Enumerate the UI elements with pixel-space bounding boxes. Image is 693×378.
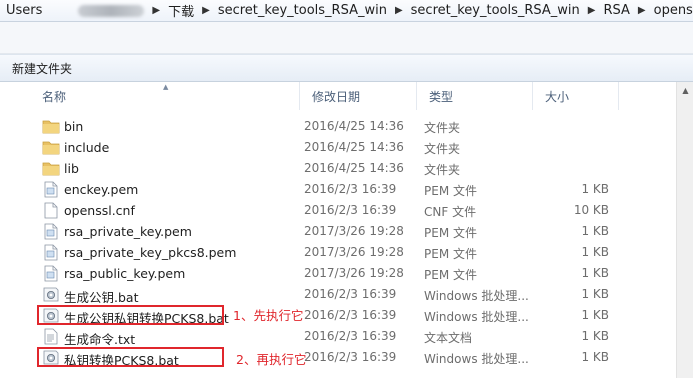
file-type: PEM 文件 (424, 184, 477, 198)
file-date: 2017/3/26 19:28 (304, 245, 404, 259)
folder-icon (42, 160, 60, 177)
file-row[interactable]: rsa_public_key.pem 2017/3/26 19:28 PEM 文件 1… (30, 263, 693, 284)
highlight-box-second (37, 347, 224, 367)
address-bar[interactable]: Users ▶ 下载 ▶ secret_key_tools_RSA_win ▶ … (0, 0, 693, 22)
navigation-pane (0, 82, 30, 378)
file-name: 生成公钥.bat (64, 290, 139, 305)
file-row[interactable]: rsa_private_key.pem 2017/3/26 19:28 PEM 文件… (30, 221, 693, 242)
annotation-second: 2、再执行它 (236, 352, 307, 367)
file-date: 2016/4/25 14:36 (304, 140, 404, 154)
new-folder-button[interactable]: 新建文件夹 (12, 60, 72, 77)
breadcrumb-secret-key-tools-1[interactable]: secret_key_tools_RSA_win ▶ (218, 3, 411, 18)
chevron-right-icon[interactable]: ▶ (638, 5, 646, 16)
file-row[interactable]: 生成公钥.bat 2016/2/3 16:39 Windows 批处理... 1 KB (30, 284, 693, 305)
file-date: 2016/4/25 14:36 (304, 119, 404, 133)
file-type: 文件夹 (424, 121, 461, 135)
column-date[interactable]: 修改日期 (300, 82, 417, 110)
file-date: 2016/4/25 14:36 (304, 161, 404, 175)
toolbar: 新建文件夹 (0, 54, 693, 82)
file-size: 1 KB (581, 224, 609, 238)
file-icon (42, 223, 60, 240)
scroll-up-icon[interactable]: ▲ (677, 82, 693, 99)
file-name: bin (64, 119, 84, 134)
file-name: include (64, 140, 110, 155)
file-size: 1 KB (581, 287, 609, 301)
chevron-right-icon[interactable]: ▶ (588, 5, 596, 16)
file-name: enckey.pem (64, 182, 139, 197)
breadcrumb-downloads[interactable]: 下载 ▶ (168, 1, 218, 20)
file-size: 1 KB (581, 329, 609, 343)
file-icon (42, 181, 60, 198)
file-icon (42, 265, 60, 282)
column-type[interactable]: 类型 (417, 82, 533, 110)
file-type: PEM 文件 (424, 247, 477, 261)
file-size: 10 KB (573, 203, 609, 217)
file-type: 文件夹 (424, 142, 461, 156)
file-row[interactable]: include 2016/4/25 14:36 文件夹 (30, 137, 693, 158)
file-date: 2017/3/26 19:28 (304, 266, 404, 280)
vertical-scrollbar[interactable]: ▲ (676, 82, 693, 378)
file-date: 2016/2/3 16:39 (304, 287, 397, 301)
file-size: 1 KB (581, 266, 609, 280)
file-type: 文件夹 (424, 163, 461, 177)
text-file-icon (42, 328, 60, 345)
bat-gear-icon (42, 286, 60, 303)
file-row[interactable]: openssl.cnf 2016/2/3 16:39 CNF 文件 10 KB (30, 200, 693, 221)
file-icon (42, 244, 60, 261)
file-date: 2016/2/3 16:39 (304, 182, 397, 196)
file-row[interactable]: rsa_private_key_pkcs8.pem 2017/3/26 19:28… (30, 242, 693, 263)
file-date: 2017/3/26 19:28 (304, 224, 404, 238)
folder-icon (42, 139, 60, 156)
file-name: 生成命令.txt (64, 332, 136, 347)
file-date: 2016/2/3 16:39 (304, 203, 397, 217)
file-name: openssl.cnf (64, 203, 135, 218)
folder-icon (42, 118, 60, 135)
chevron-right-icon[interactable]: ▶ (395, 5, 403, 16)
highlight-box-first (37, 305, 224, 325)
file-type: Windows 批处理... (424, 289, 529, 303)
file-date: 2016/2/3 16:39 (304, 308, 397, 322)
breadcrumb-openssl[interactable]: openssl ▶ (654, 3, 693, 18)
file-name: rsa_public_key.pem (64, 266, 186, 281)
column-name[interactable]: 名称 (30, 82, 300, 110)
column-size[interactable]: 大小 (533, 82, 619, 110)
file-type: PEM 文件 (424, 268, 477, 282)
chevron-right-icon[interactable]: ▶ (152, 5, 160, 16)
file-row[interactable]: lib 2016/4/25 14:36 文件夹 (30, 158, 693, 179)
file-size: 1 KB (581, 182, 609, 196)
file-date: 2016/2/3 16:39 (304, 350, 397, 364)
breadcrumb-users[interactable]: Users ▶ (6, 3, 168, 18)
file-type: CNF 文件 (424, 205, 477, 219)
file-size: 1 KB (581, 308, 609, 322)
blank-file-icon (42, 202, 60, 219)
redacted-username (78, 4, 145, 17)
column-header: ▲ 名称 修改日期 类型 大小 (30, 82, 693, 110)
file-name: rsa_private_key_pkcs8.pem (64, 245, 237, 260)
window-chrome-spacer (0, 22, 693, 54)
chevron-right-icon[interactable]: ▶ (202, 5, 210, 16)
file-size: 1 KB (581, 245, 609, 259)
breadcrumb-rsa[interactable]: RSA ▶ (603, 3, 653, 18)
breadcrumb-secret-key-tools-2[interactable]: secret_key_tools_RSA_win ▶ (411, 3, 604, 18)
file-size: 1 KB (581, 350, 609, 364)
file-type: 文本文档 (424, 331, 473, 345)
file-name: lib (64, 161, 79, 176)
file-row[interactable]: enckey.pem 2016/2/3 16:39 PEM 文件 1 KB (30, 179, 693, 200)
file-date: 2016/2/3 16:39 (304, 329, 397, 343)
file-row[interactable]: 生成命令.txt 2016/2/3 16:39 文本文档 1 KB (30, 326, 693, 347)
annotation-first: 1、先执行它 (233, 308, 304, 323)
file-row[interactable]: bin 2016/4/25 14:36 文件夹 (30, 116, 693, 137)
file-type: PEM 文件 (424, 226, 477, 240)
file-type: Windows 批处理... (424, 352, 529, 366)
file-name: rsa_private_key.pem (64, 224, 192, 239)
file-type: Windows 批处理... (424, 310, 529, 324)
